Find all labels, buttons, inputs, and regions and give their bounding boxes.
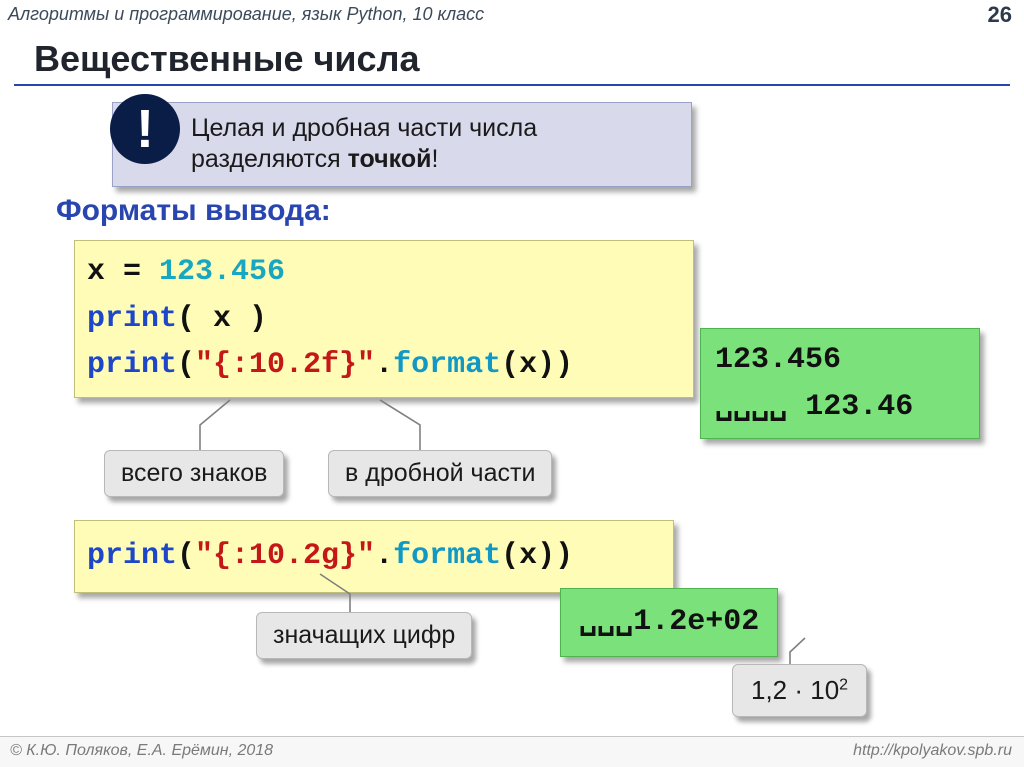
- out1-val: 123.46: [787, 390, 913, 424]
- page-number: 26: [988, 2, 1012, 28]
- out2-val: 1.2e+02: [633, 605, 759, 639]
- exclamation-icon: !: [110, 94, 180, 164]
- out1-spaces: ␣␣␣␣: [715, 390, 787, 424]
- c2-p2: (x)): [501, 539, 573, 573]
- footer: © К.Ю. Поляков, Е.А. Ерёмин, 2018 http:/…: [0, 736, 1024, 767]
- c1l2-rest: ( x ): [177, 302, 267, 336]
- footer-copyright: © К.Ю. Поляков, Е.А. Ерёмин, 2018: [10, 742, 273, 760]
- connector-total-icon: [150, 395, 250, 455]
- c1l1-literal: 123.456: [159, 255, 285, 289]
- callout-text-bold: точкой: [348, 145, 432, 173]
- footer-url: http://kpolyakov.spb.ru: [853, 742, 1012, 760]
- c1l3-string: "{:10.2f}": [195, 348, 375, 382]
- sci-exp: 2: [839, 676, 848, 693]
- code-block-1: x = 123.456 print( x ) print("{:10.2f}".…: [74, 240, 694, 398]
- tag-scientific-value: 1,2 · 102: [732, 664, 867, 717]
- c2-dot: .: [375, 539, 393, 573]
- output-box-1: 123.456 ␣␣␣␣ 123.46: [700, 328, 980, 439]
- c2-p1: (: [177, 539, 195, 573]
- slide: Алгоритмы и программирование, язык Pytho…: [0, 0, 1024, 767]
- tag-total-chars: всего знаков: [104, 450, 284, 497]
- section-subheading: Форматы вывода:: [56, 194, 331, 228]
- c1l3-p2: (x)): [501, 348, 573, 382]
- tag-significant-digits: значащих цифр: [256, 612, 472, 659]
- c1l1-pre: x =: [87, 255, 159, 289]
- c2-func: format: [393, 539, 501, 573]
- code-block-2: print("{:10.2g}".format(x)): [74, 520, 674, 593]
- c1l3-p1: (: [177, 348, 195, 382]
- out1-line2: ␣␣␣␣ 123.46: [715, 384, 965, 431]
- connector-frac-icon: [370, 395, 470, 455]
- title-underline: [14, 84, 1010, 86]
- subject-label: Алгоритмы и программирование, язык Pytho…: [8, 4, 484, 25]
- sci-text: 1,2 · 10: [751, 675, 839, 705]
- c1l3-keyword: print: [87, 348, 177, 382]
- c1l3-dot: .: [375, 348, 393, 382]
- c1l3-func: format: [393, 348, 501, 382]
- tag-fractional-part: в дробной части: [328, 450, 552, 497]
- output-box-2: ␣␣␣1.2e+02: [560, 588, 778, 657]
- out1-line1: 123.456: [715, 337, 965, 384]
- note-callout: Целая и дробная части числа разделяются …: [112, 102, 692, 187]
- callout-text-suffix: !: [432, 145, 439, 173]
- c1l2-keyword: print: [87, 302, 177, 336]
- page-title: Вещественные числа: [34, 38, 1024, 80]
- top-bar: Алгоритмы и программирование, язык Pytho…: [0, 0, 1024, 30]
- c2-keyword: print: [87, 539, 177, 573]
- out2-spaces: ␣␣␣: [579, 605, 633, 639]
- c2-string: "{:10.2g}": [195, 539, 375, 573]
